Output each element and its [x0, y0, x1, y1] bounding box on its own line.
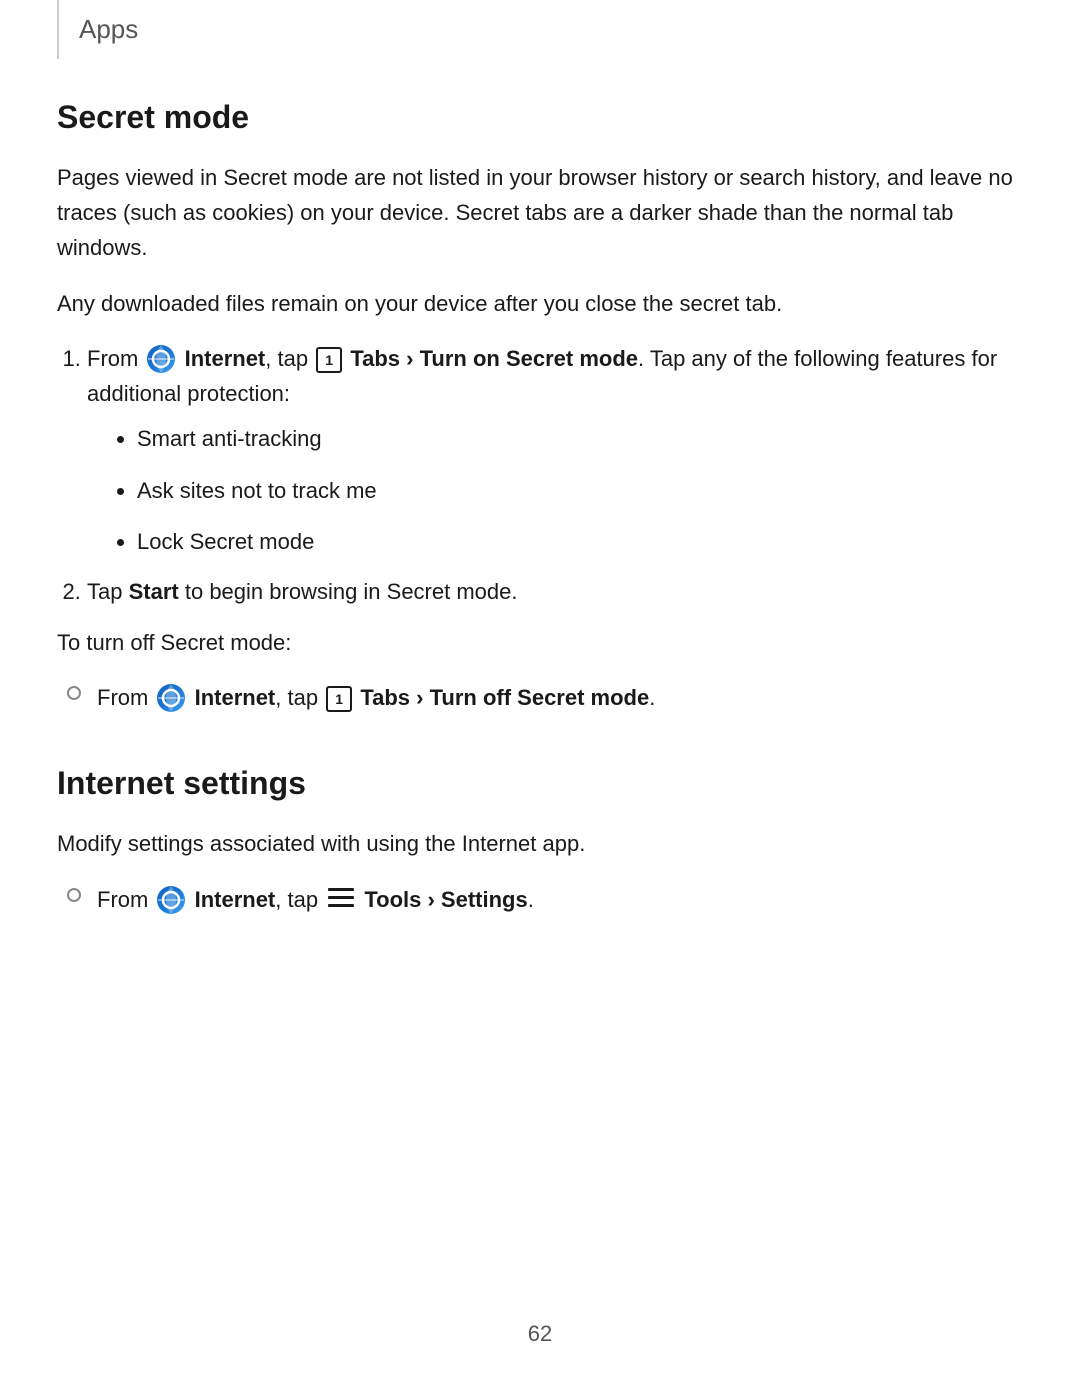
step-1: From — [87, 341, 1023, 562]
secret-mode-desc1: Pages viewed in Secret mode are not list… — [57, 160, 1023, 266]
tabs-icon-2 — [326, 686, 352, 712]
internet-icon-1 — [146, 344, 176, 374]
secret-mode-title: Secret mode — [57, 99, 1023, 136]
turn-off-period: . — [649, 685, 655, 710]
apps-label: Apps — [79, 14, 138, 44]
tools-icon — [328, 883, 354, 918]
turn-off-text: From — [97, 680, 1023, 715]
internet-settings-title: Internet settings — [57, 765, 1023, 802]
bullet-3: Lock Secret mode — [137, 522, 1023, 562]
secret-mode-desc2: Any downloaded files remain on your devi… — [57, 286, 1023, 321]
settings-tap: , tap — [275, 887, 318, 912]
circle-bullet-2 — [67, 888, 81, 902]
internet-settings-desc: Modify settings associated with using th… — [57, 826, 1023, 861]
settings-internet-name: Internet — [195, 887, 276, 912]
secret-mode-section: Secret mode Pages viewed in Secret mode … — [57, 99, 1023, 715]
turn-off-instruction: From — [67, 680, 1023, 715]
step-2: Tap Start to begin browsing in Secret mo… — [87, 574, 1023, 609]
internet-icon-3 — [156, 885, 186, 915]
bullet-1: Smart anti-tracking — [137, 419, 1023, 459]
header-bar: Apps — [57, 0, 1023, 59]
internet-settings-section: Internet settings Modify settings associ… — [57, 765, 1023, 918]
secret-mode-steps: From — [87, 341, 1023, 609]
settings-from: From — [97, 887, 148, 912]
step2-tap: Tap — [87, 579, 122, 604]
bullet-2: Ask sites not to track me — [137, 471, 1023, 511]
tabs-icon-1 — [316, 347, 342, 373]
turn-off-middle: , tap — [275, 685, 318, 710]
step1-tabs-bold: Tabs › Turn on Secret mode — [350, 346, 638, 371]
settings-instruction-text: From — [97, 882, 1023, 919]
turn-off-label: To turn off Secret mode: — [57, 625, 1023, 660]
internet-settings-instruction: From — [67, 882, 1023, 919]
page-container: Apps Secret mode Pages viewed in Secret … — [0, 0, 1080, 1397]
step2-suffix: to begin browsing in Secret mode. — [185, 579, 518, 604]
step1-from: From — [87, 346, 138, 371]
turn-off-bold: Tabs › Turn off Secret mode — [360, 685, 649, 710]
secret-mode-bullets: Smart anti-tracking Ask sites not to tra… — [137, 419, 1023, 562]
settings-period: . — [528, 887, 534, 912]
step1-tap: , tap — [265, 346, 308, 371]
settings-tools-label: Tools › Settings — [364, 887, 527, 912]
step2-start: Start — [129, 579, 179, 604]
main-content: Secret mode Pages viewed in Secret mode … — [0, 59, 1080, 1010]
circle-bullet-1 — [67, 686, 81, 700]
page-number: 62 — [528, 1321, 552, 1347]
turn-off-internet: Internet — [195, 685, 276, 710]
step1-internet: Internet — [185, 346, 266, 371]
turn-off-from: From — [97, 685, 148, 710]
internet-icon-2 — [156, 683, 186, 713]
